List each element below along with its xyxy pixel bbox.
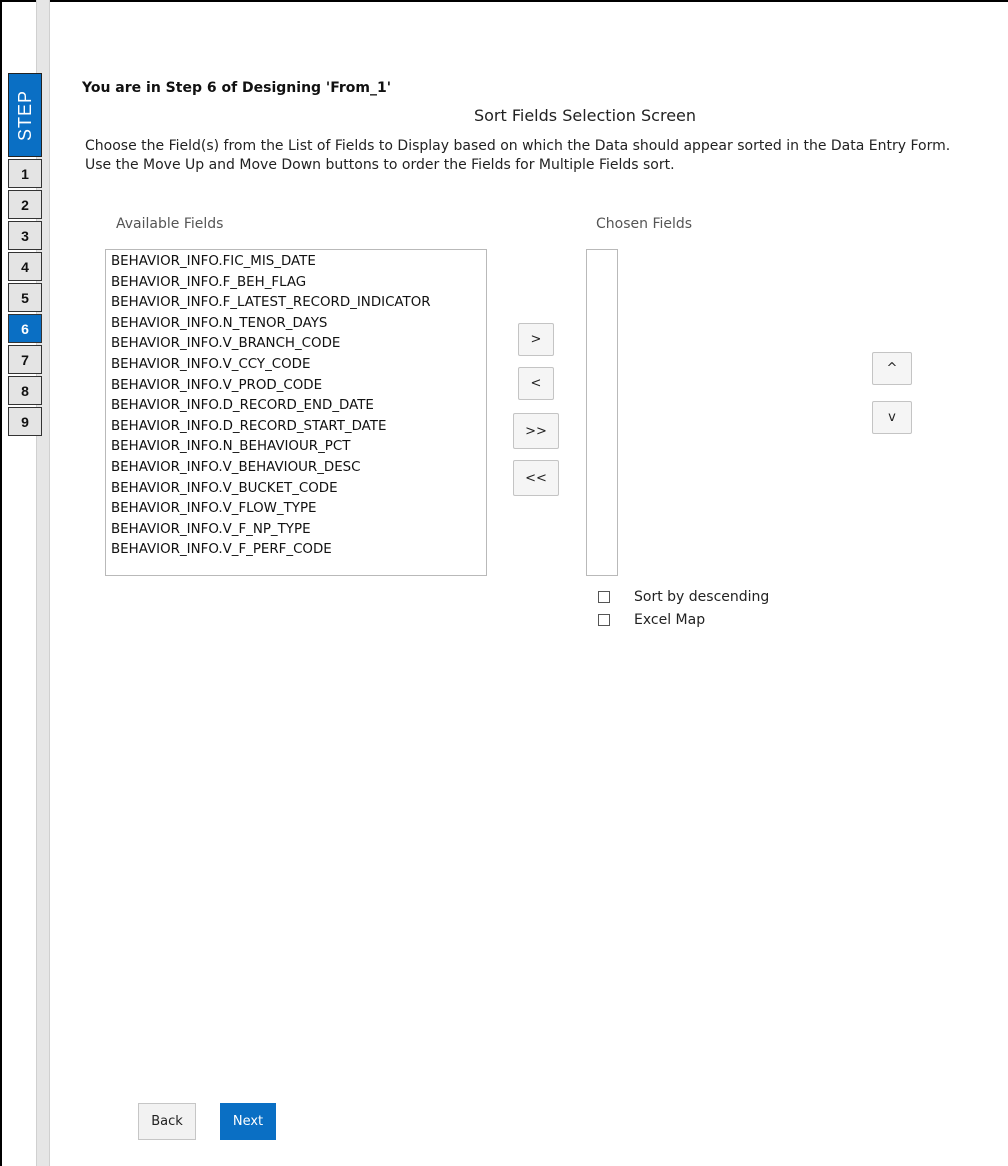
list-item[interactable]: BEHAVIOR_INFO.V_BUCKET_CODE <box>111 479 486 500</box>
list-item[interactable]: BEHAVIOR_INFO.V_CCY_CODE <box>111 355 486 376</box>
chosen-fields-label: Chosen Fields <box>596 216 693 232</box>
available-fields-list[interactable]: BEHAVIOR_INFO.FIC_MIS_DATE BEHAVIOR_INFO.… <box>105 249 487 576</box>
step-tab-3[interactable]: 3 <box>8 221 42 250</box>
back-button[interactable]: Back <box>138 1103 196 1140</box>
list-item[interactable]: BEHAVIOR_INFO.V_FLOW_TYPE <box>111 499 486 520</box>
list-item[interactable]: BEHAVIOR_INFO.N_TENOR_DAYS <box>111 314 486 335</box>
window-left-border <box>0 0 2 1166</box>
step-tab-1[interactable]: 1 <box>8 159 42 188</box>
excel-map-option[interactable]: Excel Map <box>598 612 705 628</box>
sort-descending-option[interactable]: Sort by descending <box>598 589 769 605</box>
move-all-left-button[interactable]: << <box>513 460 559 496</box>
chosen-fields-list[interactable] <box>586 249 618 576</box>
step-tab-9[interactable]: 9 <box>8 407 42 436</box>
list-item[interactable]: BEHAVIOR_INFO.F_BEH_FLAG <box>111 273 486 294</box>
step-tab-7[interactable]: 7 <box>8 345 42 374</box>
screen-title: Sort Fields Selection Screen <box>473 106 697 125</box>
list-item[interactable]: BEHAVIOR_INFO.V_F_PERF_CODE <box>111 540 486 561</box>
excel-map-label: Excel Map <box>634 612 706 628</box>
move-right-button[interactable]: > <box>518 323 554 356</box>
list-item[interactable]: BEHAVIOR_INFO.V_BEHAVIOUR_DESC <box>111 458 486 479</box>
list-item[interactable]: BEHAVIOR_INFO.D_RECORD_END_DATE <box>111 396 486 417</box>
move-up-button[interactable]: ^ <box>872 352 912 385</box>
next-button[interactable]: Next <box>220 1103 276 1140</box>
step-tab-4[interactable]: 4 <box>8 252 42 281</box>
step-tab-6[interactable]: 6 <box>8 314 42 343</box>
instruction-line-1: Choose the Field(s) from the List of Fie… <box>85 138 951 154</box>
list-item[interactable]: BEHAVIOR_INFO.FIC_MIS_DATE <box>111 252 486 273</box>
step-tab-5[interactable]: 5 <box>8 283 42 312</box>
move-down-button[interactable]: v <box>872 401 912 434</box>
list-item[interactable]: BEHAVIOR_INFO.V_BRANCH_CODE <box>111 334 486 355</box>
sort-descending-checkbox[interactable] <box>598 591 610 603</box>
step-tab-2[interactable]: 2 <box>8 190 42 219</box>
move-left-button[interactable]: < <box>518 367 554 400</box>
step-navigator: STEP 1 2 3 4 5 6 7 8 9 <box>8 73 42 436</box>
sort-descending-label: Sort by descending <box>634 589 770 605</box>
move-all-right-button[interactable]: >> <box>513 413 559 449</box>
step-tab-8[interactable]: 8 <box>8 376 42 405</box>
window-top-border <box>0 0 1008 2</box>
instruction-line-2: Use the Move Up and Move Down buttons to… <box>85 157 675 173</box>
available-fields-label: Available Fields <box>116 216 224 232</box>
list-item[interactable]: BEHAVIOR_INFO.N_BEHAVIOUR_PCT <box>111 437 486 458</box>
list-item[interactable]: BEHAVIOR_INFO.D_RECORD_START_DATE <box>111 417 486 438</box>
page-heading: You are in Step 6 of Designing 'From_1' <box>82 80 392 96</box>
list-item[interactable]: BEHAVIOR_INFO.V_F_NP_TYPE <box>111 520 486 541</box>
excel-map-checkbox[interactable] <box>598 614 610 626</box>
list-item[interactable]: BEHAVIOR_INFO.F_LATEST_RECORD_INDICATOR <box>111 293 486 314</box>
list-item[interactable]: BEHAVIOR_INFO.V_PROD_CODE <box>111 376 486 397</box>
